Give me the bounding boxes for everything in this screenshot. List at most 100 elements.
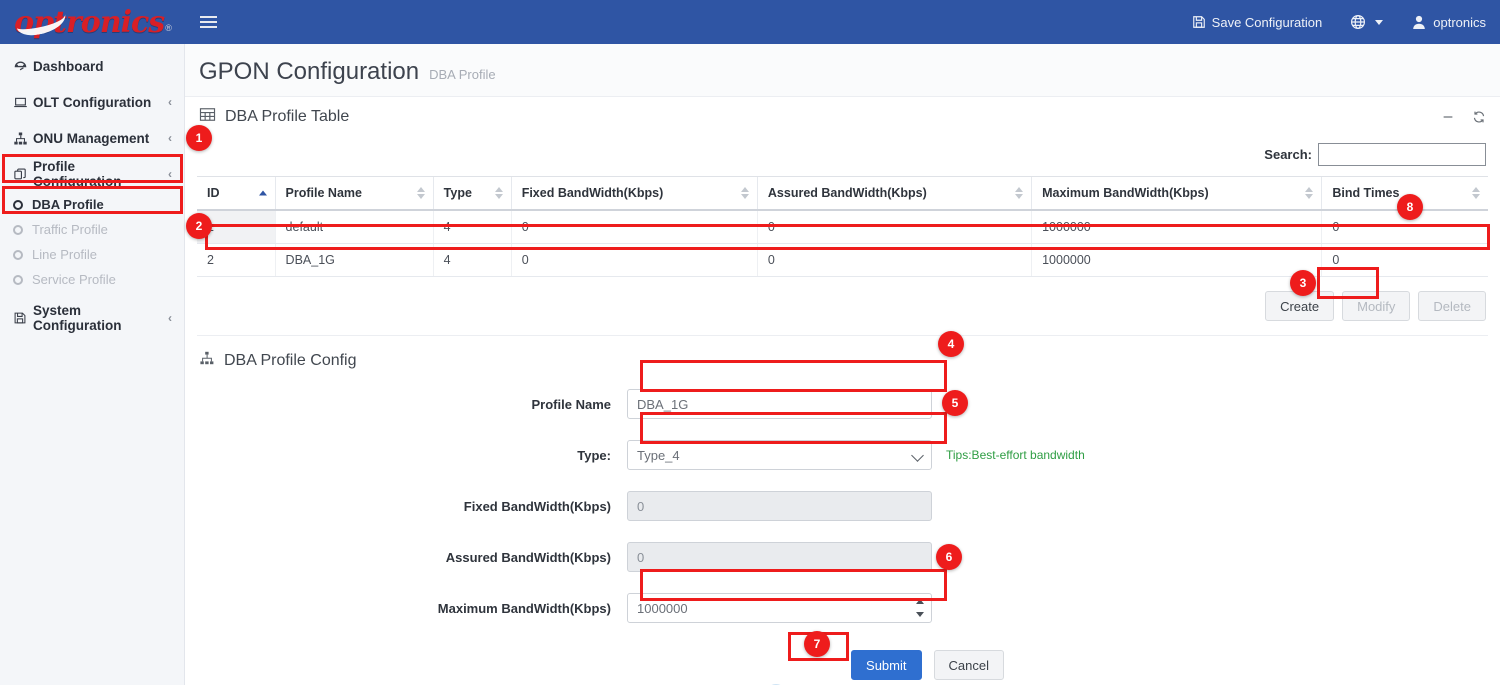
sort-indicator-icon [495,187,503,199]
submit-button[interactable]: Submit [851,650,921,680]
chevron-left-icon: ‹ [162,95,172,109]
cell-assured-bandwidth: 0 [757,244,1031,277]
column-label: Bind Times [1332,186,1399,200]
sidebar-item-dba-profile[interactable]: DBA Profile [0,192,184,217]
sort-indicator-icon [1015,187,1023,199]
step-marker-3: 3 [1290,270,1316,296]
sidebar-subitem-label: Service Profile [32,272,116,287]
circle-icon [13,225,23,235]
column-header-profile-name[interactable]: Profile Name [275,177,433,211]
dba-profile-table-panel: DBA Profile Table Search: [185,97,1500,680]
sort-indicator-icon [741,187,749,199]
sidebar-item-label: OLT Configuration [33,95,162,110]
profile-name-label: Profile Name [197,397,627,412]
top-navbar: optronics ® Save Configuration [0,0,1500,44]
sidebar-item-system-configuration[interactable]: System Configuration ‹ [0,300,184,336]
profile-name-input[interactable] [627,389,932,419]
column-label: Profile Name [286,186,362,200]
assured-bandwidth-label: Assured BandWidth(Kbps) [197,550,627,565]
dashboard-icon [13,59,33,74]
table-body: 1 default 4 0 0 1000000 0 2 DBA_1G 4 0 0 [197,210,1488,277]
cell-maximum-bandwidth: 1000000 [1032,210,1322,244]
circle-icon [13,200,23,210]
user-menu[interactable]: optronics [1397,0,1500,44]
delete-button[interactable]: Delete [1418,291,1486,321]
save-configuration-button[interactable]: Save Configuration [1178,0,1337,44]
circle-icon [13,275,23,285]
maximum-bandwidth-input[interactable] [627,593,932,623]
config-section-title: DBA Profile Config [224,352,357,370]
chevron-left-icon: ‹ [162,167,172,181]
cell-profile-name: default [275,210,433,244]
form-row-assured-bandwidth: Assured BandWidth(Kbps) [197,542,1488,572]
chevron-left-icon: ‹ [162,311,172,325]
sort-indicator-icon [1472,187,1480,199]
brand-logo[interactable]: optronics ® [0,0,185,44]
modify-button[interactable]: Modify [1342,291,1410,321]
sidebar-item-dashboard[interactable]: Dashboard [0,48,184,84]
sidebar-item-label: Profile Configuration [33,159,162,189]
form-row-maximum-bandwidth: Maximum BandWidth(Kbps) [197,593,1488,623]
search-input[interactable] [1318,143,1486,166]
sidebar-item-service-profile[interactable]: Service Profile [0,267,184,292]
column-header-maximum-bandwidth[interactable]: Maximum BandWidth(Kbps) [1032,177,1322,211]
cell-bind-times: 0 [1322,244,1488,277]
table-header: ID Profile Name Type Fixed BandWidt [197,177,1488,211]
type-select[interactable]: Type_4 [627,440,932,470]
sidebar-item-profile-configuration[interactable]: Profile Configuration ‹ [0,156,184,192]
table-row[interactable]: 1 default 4 0 0 1000000 0 [197,210,1488,244]
sitemap-icon [199,350,215,371]
fixed-bandwidth-label: Fixed BandWidth(Kbps) [197,499,627,514]
save-configuration-label: Save Configuration [1212,15,1323,30]
column-header-type[interactable]: Type [433,177,511,211]
panel-title-group: DBA Profile Table [199,106,349,128]
sidebar: Dashboard OLT Configuration ‹ ONU Manage… [0,44,185,685]
floppy-disk-icon [1192,15,1206,29]
language-selector[interactable] [1336,0,1397,44]
cancel-button[interactable]: Cancel [934,650,1004,680]
step-marker-6: 6 [936,544,962,570]
menu-toggle-icon[interactable] [185,0,231,44]
column-header-fixed-bandwidth[interactable]: Fixed BandWidth(Kbps) [511,177,757,211]
cell-type: 4 [433,210,511,244]
sort-indicator-icon [417,187,425,199]
main-content: GPON Configuration DBA Profile DBA Profi… [185,44,1500,685]
column-header-assured-bandwidth[interactable]: Assured BandWidth(Kbps) [757,177,1031,211]
assured-bandwidth-input [627,542,932,572]
dba-profile-table: ID Profile Name Type Fixed BandWidt [197,176,1488,277]
sidebar-item-olt-configuration[interactable]: OLT Configuration ‹ [0,84,184,120]
chevron-left-icon: ‹ [162,131,172,145]
sidebar-item-onu-management[interactable]: ONU Management ‹ [0,120,184,156]
form-row-fixed-bandwidth: Fixed BandWidth(Kbps) [197,491,1488,521]
minimize-icon[interactable] [1441,110,1455,124]
logo-registered-mark: ® [165,23,172,33]
form-row-type: Type: Type_4 Tips:Best-effort bandwidth [197,440,1488,470]
sitemap-icon [13,131,33,146]
page-header: GPON Configuration DBA Profile [185,44,1500,97]
app-root: optronics ® Save Configuration [0,0,1500,685]
topbar-right-group: Save Configuration optronics [1178,0,1500,44]
refresh-icon[interactable] [1472,110,1486,124]
cell-maximum-bandwidth: 1000000 [1032,244,1322,277]
maximum-bandwidth-label: Maximum BandWidth(Kbps) [197,601,627,616]
panel-header: DBA Profile Table [197,97,1488,137]
laptop-icon [13,95,33,110]
floppy-icon [13,311,33,325]
step-marker-8: 8 [1397,194,1423,220]
column-label: Type [444,186,472,200]
sidebar-item-line-profile[interactable]: Line Profile [0,242,184,267]
search-label: Search: [1264,147,1312,162]
chevron-down-icon [1375,20,1383,25]
sidebar-item-traffic-profile[interactable]: Traffic Profile [0,217,184,242]
config-section-header: DBA Profile Config [197,335,1488,375]
globe-icon [1350,14,1366,30]
cell-assured-bandwidth: 0 [757,210,1031,244]
column-header-id[interactable]: ID [197,177,275,211]
panel-title-label: DBA Profile Table [225,108,349,126]
cell-id: 2 [197,244,275,277]
form-row-profile-name: Profile Name [197,389,1488,419]
column-label: ID [207,186,220,200]
sidebar-item-label: System Configuration [33,303,162,333]
cell-type: 4 [433,244,511,277]
sidebar-subitem-label: Line Profile [32,247,97,262]
